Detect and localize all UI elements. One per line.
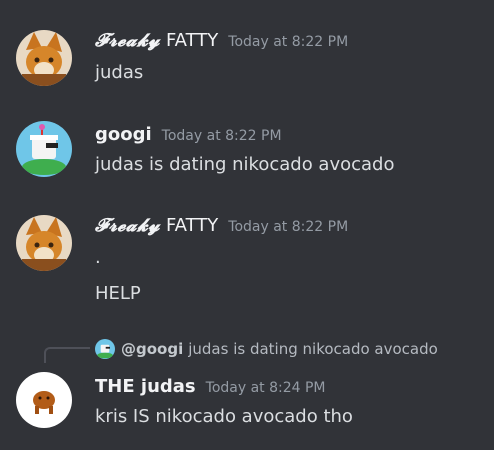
message-text: kris IS nikocado avocado tho — [95, 406, 353, 427]
chef-avatar-icon — [16, 121, 72, 177]
reply-mention[interactable]: @googi — [121, 340, 183, 358]
message-text: HELP — [95, 283, 141, 304]
creature-avatar-icon — [16, 372, 72, 428]
message-text: . — [95, 247, 101, 268]
reply-preview[interactable]: @googi judas is dating nikocado avocado — [95, 339, 438, 359]
message-text: judas is dating nikocado avocado — [95, 154, 395, 175]
chef-avatar-icon — [95, 339, 115, 359]
timestamp: Today at 8:22 PM — [228, 34, 349, 50]
avatar[interactable] — [16, 121, 72, 177]
avatar[interactable] — [16, 372, 72, 428]
timestamp: Today at 8:22 PM — [228, 219, 349, 235]
avatar[interactable] — [16, 215, 72, 271]
fox-avatar-icon — [16, 30, 72, 86]
message-text: judas — [95, 62, 144, 83]
reply-connector — [44, 347, 90, 363]
fox-avatar-icon — [16, 215, 72, 271]
timestamp: Today at 8:22 PM — [161, 128, 282, 144]
reply-text: judas is dating nikocado avocado — [188, 340, 438, 358]
username[interactable]: 𝓕𝓻𝓮𝓪𝓴𝔂 FATTY — [95, 215, 218, 236]
username[interactable]: THE judas — [95, 376, 196, 397]
username[interactable]: 𝓕𝓻𝓮𝓪𝓴𝔂 FATTY — [95, 30, 218, 51]
timestamp: Today at 8:24 PM — [205, 380, 326, 396]
avatar — [95, 339, 115, 359]
username[interactable]: googi — [95, 124, 152, 145]
avatar[interactable] — [16, 30, 72, 86]
